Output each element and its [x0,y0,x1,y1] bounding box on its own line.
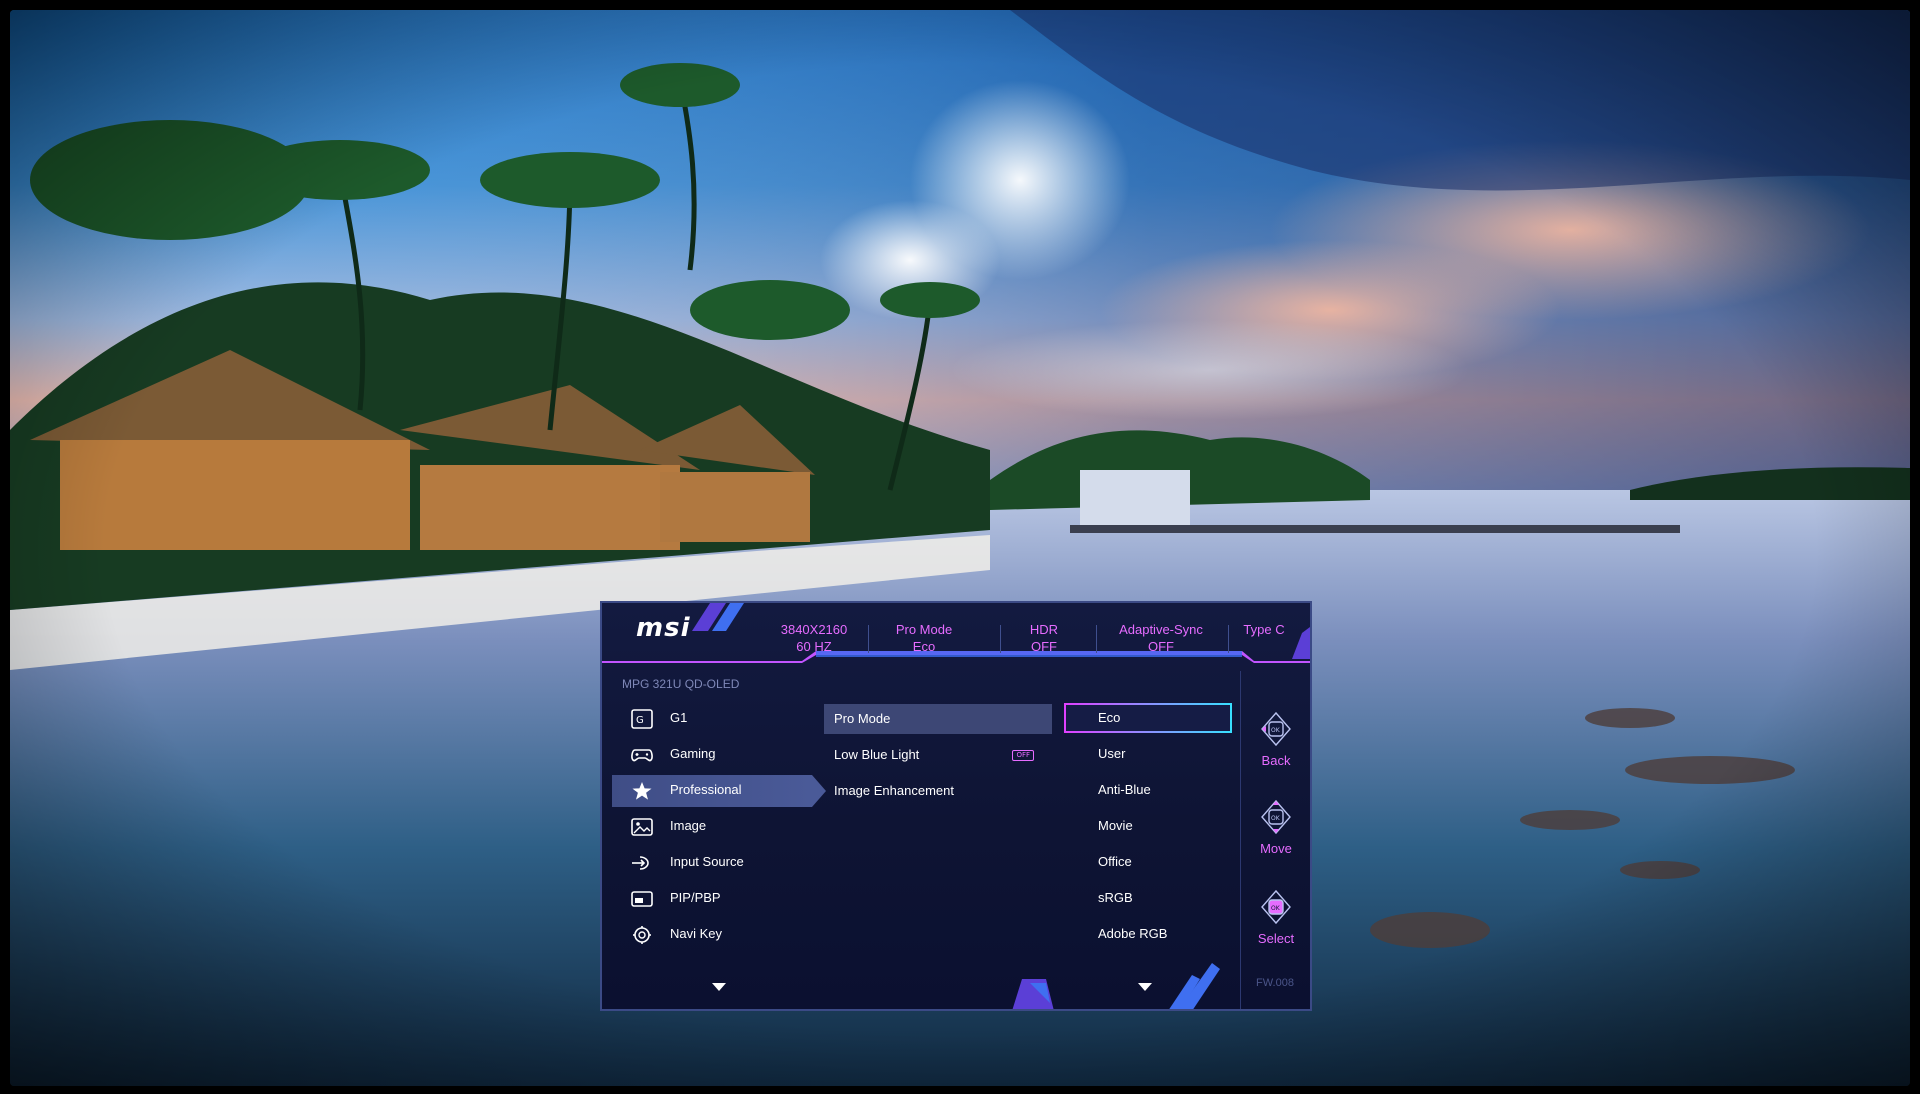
g1-icon: G [631,709,653,729]
menu-item-professional[interactable]: Professional [612,775,826,807]
status-resolution: 3840X2160 60 HZ [780,622,848,654]
status-divider [1096,625,1097,653]
option-anti-blue[interactable]: Anti-Blue [1064,775,1232,805]
options-scroll-down-icon[interactable] [1138,983,1152,991]
move-key-hint: OK Move [1241,799,1310,869]
option-office[interactable]: Office [1064,847,1232,877]
option-movie[interactable]: Movie [1064,811,1232,841]
menu-item-navi-key[interactable]: Navi Key [612,919,812,951]
status-divider [1228,625,1229,653]
gamepad-icon [631,749,653,762]
toggle-off-badge: OFF [1012,750,1034,761]
status-type-c: Type C [1243,622,1285,637]
svg-text:OK: OK [1271,727,1281,734]
joystick-back-icon: OK [1261,711,1291,747]
joystick-select-icon: OK [1261,889,1291,925]
status-pro-mode: Pro Mode Eco [895,622,953,654]
option-adobe-rgb[interactable]: Adobe RGB [1064,919,1232,949]
key-guide-panel: OK Back OK Move OK Select [1240,671,1310,1009]
menu-item-pip-pbp[interactable]: PIP/PBP [612,883,812,915]
menu-scroll-down-icon[interactable] [712,983,726,991]
osd-status-bar: msi 3840X2160 60 HZ Pro Mode Eco HDR OFF… [602,603,1310,671]
svg-text:OK: OK [1271,905,1281,912]
msi-logo: msi [636,613,691,643]
svg-text:OK: OK [1271,815,1281,822]
input-source-icon [632,856,649,870]
firmware-version: FW.008 [1256,977,1294,989]
submenu-item-pro-mode[interactable]: Pro Mode [824,704,1052,734]
select-key-hint: OK Select [1241,889,1310,959]
pip-icon [631,891,653,907]
option-eco[interactable]: Eco [1064,703,1232,733]
navi-key-icon [633,926,651,944]
submenu-item-low-blue-light[interactable]: Low Blue Light OFF [824,740,1052,770]
monitor-screen: msi 3840X2160 60 HZ Pro Mode Eco HDR OFF… [0,0,1920,1094]
star-icon [632,782,652,800]
status-divider [1000,625,1001,653]
menu-item-gaming[interactable]: Gaming [612,739,812,771]
osd-menu: msi 3840X2160 60 HZ Pro Mode Eco HDR OFF… [600,601,1312,1011]
option-srgb[interactable]: sRGB [1064,883,1232,913]
image-icon [631,818,653,836]
status-adaptive-sync: Adaptive-Sync OFF [1119,622,1203,654]
status-divider [868,625,869,653]
joystick-move-icon: OK [1261,799,1291,835]
option-user[interactable]: User [1064,739,1232,769]
monitor-model: MPG 321U QD-OLED [622,677,740,691]
back-key-hint: OK Back [1241,711,1310,781]
menu-item-g1[interactable]: G G1 [612,703,812,735]
menu-item-input-source[interactable]: Input Source [612,847,812,879]
status-hdr: HDR OFF [1029,622,1059,654]
menu-item-image[interactable]: Image [612,811,812,843]
submenu-item-image-enhancement[interactable]: Image Enhancement [824,776,1052,806]
svg-text:G: G [636,715,644,726]
